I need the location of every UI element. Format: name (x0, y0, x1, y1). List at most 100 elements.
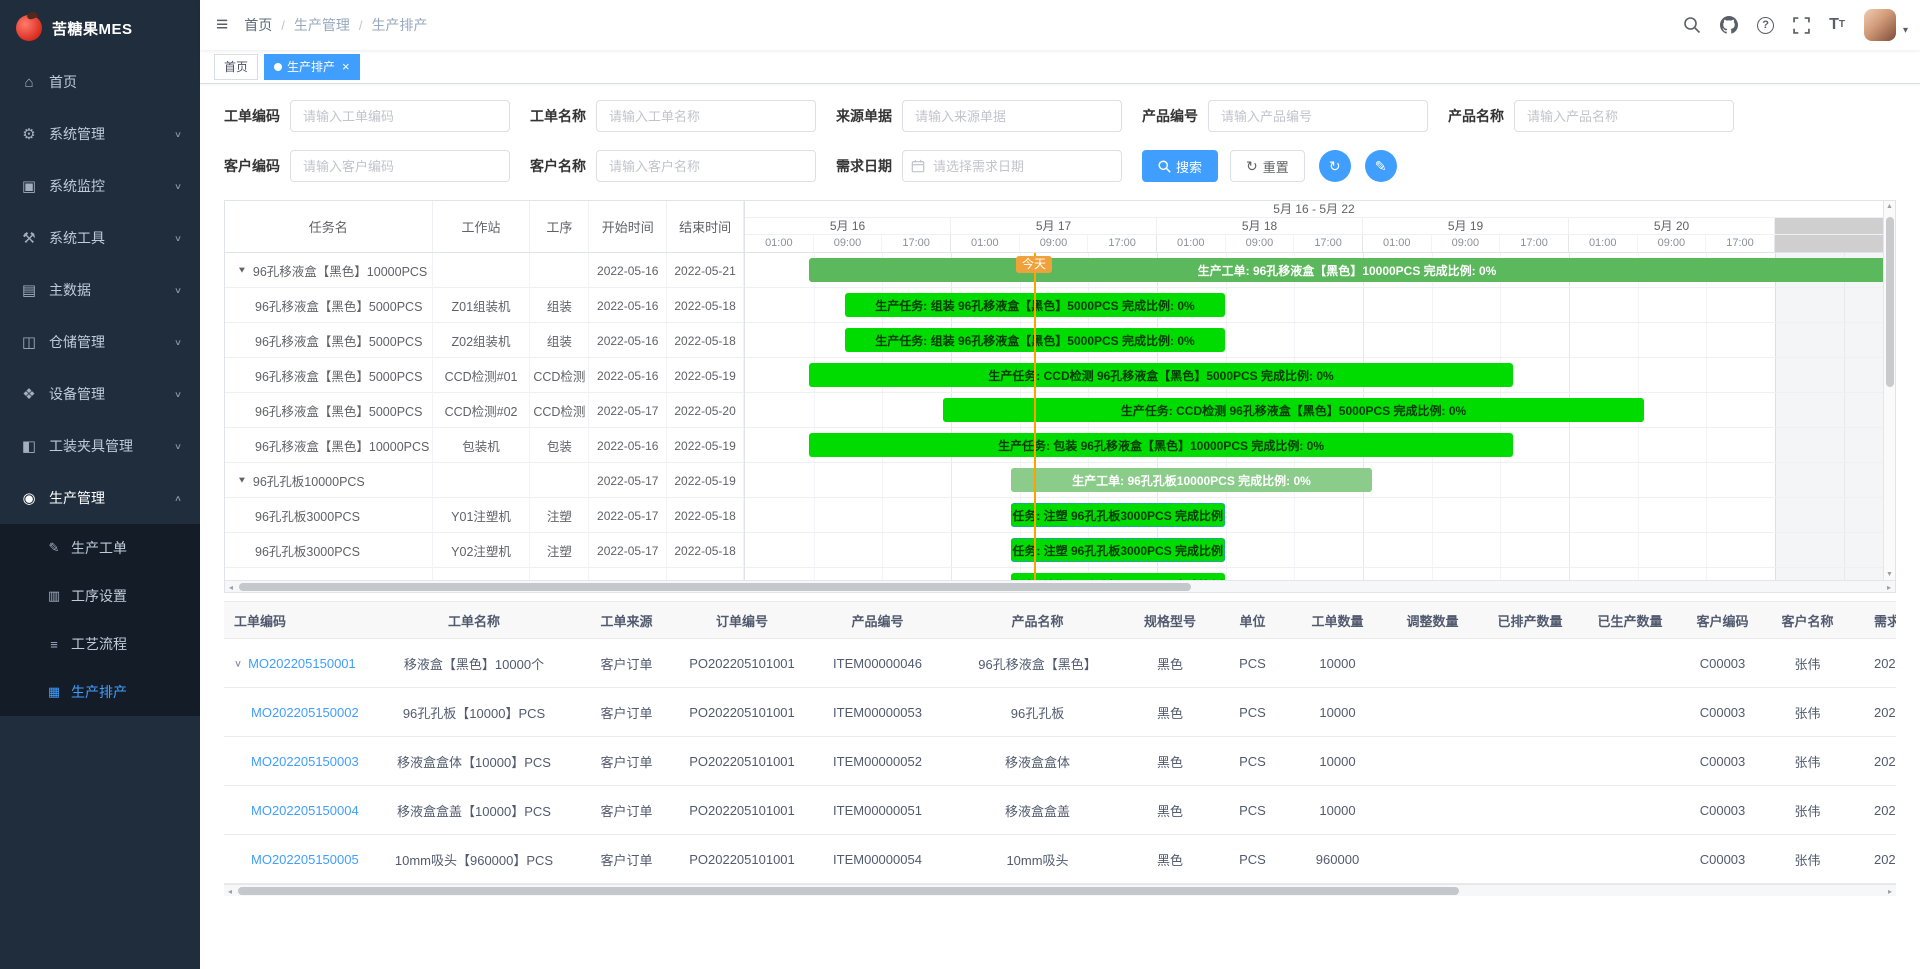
order-name-input[interactable] (596, 100, 816, 132)
font-size-icon[interactable]: TT (1829, 17, 1845, 33)
edit-button[interactable]: ✎ (1365, 150, 1397, 182)
gantt-task-row[interactable]: 96孔孔板3000PCSY01注塑机注塑2022-05-172022-05-18 (225, 498, 744, 533)
gantt-task-row[interactable]: 96孔孔板3000PCSY02注塑机注塑2022-05-172022-05-18 (225, 533, 744, 568)
caret-down-icon[interactable]: ▼ (237, 476, 247, 485)
orders-cell: 张伟 (1765, 801, 1850, 820)
sidebar-item-system-monitor[interactable]: ▣系统监控∨ (0, 160, 200, 212)
expand-caret-icon[interactable]: ∨ (234, 657, 242, 668)
gantt-vertical-scrollbar[interactable]: ▲ ▼ (1883, 201, 1895, 580)
refresh-button[interactable]: ↻ (1319, 150, 1351, 182)
orders-horizontal-scrollbar[interactable]: ◂ ▸ (224, 884, 1896, 896)
task-station: Y01注塑机 (433, 498, 531, 533)
scroll-right-icon[interactable]: ▸ (1883, 581, 1895, 593)
gantt-bar-order[interactable]: 生产工单: 96孔孔板10000PCS 完成比例: 0% (1011, 468, 1372, 492)
sidebar-item-system-mgmt[interactable]: ⚙系统管理∨ (0, 108, 200, 160)
customer-code-input[interactable] (290, 150, 510, 182)
task-name: 96孔移液盒【黑色】5000PCS (225, 323, 433, 358)
scrollbar-thumb[interactable] (1886, 217, 1894, 387)
table-row[interactable]: MO202205150003移液盒盒体【10000】PCS客户订单PO20220… (224, 737, 1896, 786)
gantt-bar-task[interactable]: 生产任务: 包装 96孔移液盒【黑色】10000PCS 完成比例: 0% (809, 433, 1513, 457)
order-code-link[interactable]: MO202205150002 (251, 705, 359, 720)
orders-cell: 移液盒盒盖【10000】PCS (374, 801, 574, 820)
sidebar-item-equipment[interactable]: ❖设备管理∨ (0, 368, 200, 420)
order-code-link[interactable]: MO202205150005 (251, 852, 359, 867)
gantt-hour-label: 09:00 (1432, 235, 1501, 252)
scroll-up-icon[interactable]: ▲ (1884, 203, 1895, 210)
sidebar-item-warehouse[interactable]: ◫仓储管理∨ (0, 316, 200, 368)
tab-close-icon[interactable]: × (342, 60, 350, 73)
product-code-input[interactable] (1208, 100, 1428, 132)
scroll-left-icon[interactable]: ◂ (225, 581, 237, 593)
table-row[interactable]: MO202205150004移液盒盒盖【10000】PCS客户订单PO20220… (224, 786, 1896, 835)
sidebar-item-production[interactable]: ◉生产管理∧ (0, 472, 200, 524)
gantt-bar-task[interactable]: 生产任务: 注塑 96孔孔板3000PCS 完成比例: 0% (1011, 538, 1225, 562)
table-row[interactable]: MO20220515000296孔孔板【10000】PCS客户订单PO20220… (224, 688, 1896, 737)
scrollbar-thumb[interactable] (238, 887, 1459, 895)
search-button[interactable]: 搜索 (1142, 150, 1218, 182)
breadcrumb-item[interactable]: 生产管理 (294, 15, 350, 35)
table-row[interactable]: MO20220515000510mm吸头【960000】PCS客户订单PO202… (224, 835, 1896, 884)
gantt-task-row[interactable]: 96孔移液盒【黑色】5000PCSCCD检测#02CCD检测2022-05-17… (225, 393, 744, 428)
orders-cell: ∨ MO202205150001 (224, 656, 374, 671)
gantt-task-row[interactable]: 96孔移液盒【黑色】5000PCSZ01组装机组装2022-05-162022-… (225, 288, 744, 323)
sidebar-subitem-production-schedule[interactable]: ▦生产排产 (0, 668, 200, 716)
gantt-task-row[interactable]: 96孔移液盒【黑色】5000PCSZ02组装机组装2022-05-162022-… (225, 323, 744, 358)
gantt-horizontal-scrollbar[interactable]: ◂ ▸ (225, 580, 1895, 592)
demand-date-input[interactable] (902, 150, 1122, 182)
gantt-bar-order[interactable]: 生产工单: 96孔移液盒【黑色】10000PCS 完成比例: 0% (809, 258, 1883, 282)
gantt-task-row[interactable]: 96孔移液盒【黑色】10000PCS包装机包装2022-05-162022-05… (225, 428, 744, 463)
order-code-link[interactable]: MO202205150004 (251, 803, 359, 818)
gantt-task-row[interactable]: ▼96孔移液盒【黑色】10000PCS2022-05-162022-05-21 (225, 253, 744, 288)
gantt-bar-task[interactable]: 生产任务: 注塑 96孔孔板3000PCS 完成比例: 0% (1011, 503, 1225, 527)
sidebar-subitem-production-order[interactable]: ✎生产工单 (0, 524, 200, 572)
search-button-label: 搜索 (1176, 157, 1202, 176)
avatar-caret-icon[interactable]: ▾ (1903, 25, 1908, 41)
gantt-bar-task[interactable]: 生产任务: CCD检测 96孔移液盒【黑色】5000PCS 完成比例: 0% (943, 398, 1644, 422)
tab-home[interactable]: 首页 (214, 54, 258, 80)
sidebar-item-system-tools[interactable]: ⚒系统工具∨ (0, 212, 200, 264)
gantt-task-row[interactable]: ▼96孔孔板10000PCS2022-05-172022-05-19 (225, 463, 744, 498)
breadcrumb-item[interactable]: 首页 (244, 15, 272, 35)
order-code-link[interactable]: MO202205150001 (248, 656, 356, 671)
gantt-task-row[interactable]: 96孔孔板3000PCSY03注塑机注塑2022-05-172022-05-18 (225, 568, 744, 580)
caret-down-icon[interactable]: ▼ (237, 266, 247, 275)
github-icon[interactable] (1720, 16, 1738, 34)
reset-button[interactable]: ↻重置 (1230, 150, 1305, 182)
fullscreen-icon[interactable] (1793, 17, 1810, 34)
scroll-left-icon[interactable]: ◂ (224, 885, 236, 897)
order-code-link[interactable]: MO202205150003 (251, 754, 359, 769)
search-icon[interactable] (1683, 16, 1701, 34)
tab-production-schedule[interactable]: 生产排产× (264, 54, 360, 80)
help-icon[interactable]: ? (1757, 17, 1774, 34)
scroll-down-icon[interactable]: ▼ (1884, 571, 1895, 578)
sidebar-item-fixture[interactable]: ◧工装夹具管理∨ (0, 420, 200, 472)
table-row[interactable]: ∨MO202205150001移液盒【黑色】10000个客户订单PO202205… (224, 639, 1896, 688)
order-code-input[interactable] (290, 100, 510, 132)
gantt-bar-task[interactable]: 生产任务: CCD检测 96孔移液盒【黑色】5000PCS 完成比例: 0% (809, 363, 1513, 387)
scrollbar-thumb[interactable] (239, 583, 1191, 591)
gantt-hour-label: 01:00 (745, 235, 814, 252)
sidebar-subitem-process-setup[interactable]: ▥工序设置 (0, 572, 200, 620)
task-name-text: 96孔移液盒【黑色】5000PCS (255, 401, 422, 420)
breadcrumb-item[interactable]: 生产排产 (372, 15, 428, 35)
gantt-bar-task[interactable]: 生产任务: 注塑 96孔孔板3000PCS 完成比例: 0% (1011, 573, 1225, 580)
schedule-icon: ▦ (46, 684, 62, 700)
breadcrumb-separator: / (359, 18, 363, 33)
task-station: Y03注塑机 (433, 568, 531, 580)
customer-name-input[interactable] (596, 150, 816, 182)
orders-cell: PCS (1215, 852, 1290, 867)
gantt-task-row[interactable]: 96孔移液盒【黑色】5000PCSCCD检测#01CCD检测2022-05-16… (225, 358, 744, 393)
avatar[interactable] (1864, 9, 1896, 41)
source-doc-input[interactable] (902, 100, 1122, 132)
logo[interactable]: 苦糖果MES (0, 0, 200, 56)
sidebar-item-master-data[interactable]: ▤主数据∨ (0, 264, 200, 316)
menu-fold-icon[interactable]: ≡ (200, 0, 244, 50)
sidebar-item-home[interactable]: ⌂首页 (0, 56, 200, 108)
scroll-right-icon[interactable]: ▸ (1884, 885, 1896, 897)
sidebar-subitem-process-route[interactable]: ≡工艺流程 (0, 620, 200, 668)
orders-cell: PCS (1215, 705, 1290, 720)
product-name-input[interactable] (1514, 100, 1734, 132)
task-name-text: 96孔孔板10000PCS (253, 471, 365, 490)
content: 工单编码工单名称来源单据产品编号产品名称客户编码客户名称需求日期搜索↻重置↻✎ … (200, 84, 1920, 969)
sidebar-item-label: 系统监控 (49, 176, 105, 196)
